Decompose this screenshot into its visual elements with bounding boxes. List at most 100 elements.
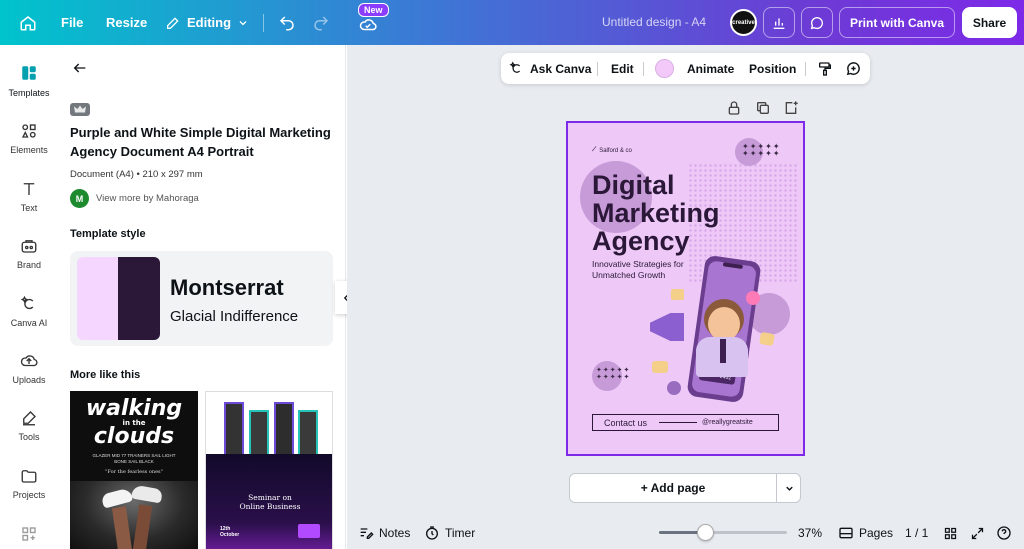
notes-icon xyxy=(360,528,374,539)
font-secondary: Glacial Indifference xyxy=(170,308,299,325)
divider xyxy=(263,14,264,32)
rail-item-elements[interactable]: Elements xyxy=(0,122,58,155)
account-avatar[interactable]: creative xyxy=(730,9,757,36)
background-color-button[interactable] xyxy=(655,53,674,84)
bar-chart-icon xyxy=(773,17,785,29)
add-page-icon[interactable] xyxy=(783,100,799,116)
animate-label: Animate xyxy=(687,61,735,76)
template-thumbnail-seminar[interactable]: Seminar on Online Business 12th October xyxy=(205,391,333,549)
add-page-options-button[interactable] xyxy=(777,474,801,502)
copy-style-button[interactable] xyxy=(817,53,833,84)
brand-logo-icon: ⟋ xyxy=(592,147,597,153)
pages-button[interactable]: Pages xyxy=(838,517,893,549)
canva-ai-icon xyxy=(20,295,34,310)
fullscreen-button[interactable] xyxy=(970,517,985,549)
decorative-card xyxy=(671,289,684,300)
contact-label: Contact us xyxy=(604,417,648,428)
lock-icon[interactable] xyxy=(726,100,742,116)
design-headline: Digital Marketing Agency xyxy=(592,170,720,256)
file-label: File xyxy=(61,15,84,30)
edit-label: Edit xyxy=(611,61,634,76)
help-icon xyxy=(997,526,1011,540)
rail-item-brand[interactable]: Brand xyxy=(0,237,58,270)
author-link[interactable]: M View more by Mahoraga xyxy=(70,189,199,208)
website-label: @reallygreatsite xyxy=(702,419,753,426)
contact-bar: Contact us @reallygreatsite xyxy=(592,414,779,431)
chevron-down-icon xyxy=(785,486,793,491)
rail-label: Templates xyxy=(8,88,50,98)
thumb-title: walking in the clouds xyxy=(85,396,183,449)
document-title[interactable]: Untitled design - A4 xyxy=(602,15,706,29)
undo-icon[interactable] xyxy=(276,12,298,34)
seminar-heading: Seminar on Online Business xyxy=(239,493,301,511)
design-page[interactable]: ✦✦✦✦✦ ✦✦✦✦✦ ⟋ Salford & co Digital Marketi… xyxy=(566,121,805,456)
add-page-bar: + Add page xyxy=(569,473,801,503)
add-comment-button[interactable] xyxy=(845,53,862,84)
template-meta: Document (A4) • 210 x 297 mm xyxy=(70,169,203,180)
decorative-dots: ✦✦✦✦✦ ✦✦✦✦✦ xyxy=(596,367,631,381)
rail-label: Projects xyxy=(12,490,46,500)
template-thumbnail-walking-clouds[interactable]: walking in the clouds GLAZER MID 77 TRAI… xyxy=(70,391,198,549)
grid-view-button[interactable] xyxy=(943,517,958,549)
back-arrow-icon[interactable] xyxy=(72,60,88,76)
rail-item-uploads[interactable]: Uploads xyxy=(0,352,58,385)
rail-label: Canva AI xyxy=(10,318,48,328)
canva-ai-icon xyxy=(509,61,521,73)
decorative-card xyxy=(759,331,775,347)
timer-icon xyxy=(426,526,438,540)
cloud-saved-icon[interactable] xyxy=(357,14,379,36)
rail-item-apps[interactable] xyxy=(0,525,58,543)
position-button[interactable]: Position xyxy=(749,53,796,84)
zoom-slider-track[interactable] xyxy=(659,531,787,534)
apps-icon xyxy=(22,527,36,541)
font-primary: Montserrat xyxy=(170,275,284,300)
rail-item-projects[interactable]: Projects xyxy=(0,467,58,500)
rail-item-templates[interactable]: Templates xyxy=(0,63,58,98)
author-link-label: View more by Mahoraga xyxy=(96,193,199,204)
color-swatch-light xyxy=(77,257,118,340)
rail-label: Text xyxy=(20,203,38,213)
timer-button[interactable]: Timer xyxy=(424,517,475,549)
templates-icon xyxy=(19,63,39,83)
redo-icon[interactable] xyxy=(310,12,332,34)
comments-button[interactable] xyxy=(801,7,833,38)
insights-button[interactable] xyxy=(763,7,795,38)
zoom-percentage[interactable]: 37% xyxy=(798,517,822,549)
animate-button[interactable]: Animate xyxy=(687,53,734,84)
decorative-card xyxy=(652,361,668,373)
rail-label: Tools xyxy=(18,432,40,442)
ask-canva-button[interactable]: Ask Canva xyxy=(509,53,591,84)
zoom-slider-handle[interactable] xyxy=(697,524,714,541)
editing-mode-dropdown[interactable]: Editing xyxy=(165,0,249,45)
author-avatar: M xyxy=(70,189,89,208)
sneakers-image xyxy=(70,481,198,549)
share-button[interactable]: Share xyxy=(962,7,1017,38)
paint-roller-icon xyxy=(819,61,831,76)
color-swatch xyxy=(655,59,674,78)
decorative-circle xyxy=(667,381,681,395)
resize-menu[interactable]: Resize xyxy=(106,0,147,45)
top-bar: File Resize Editing New Untitled design … xyxy=(0,0,1024,45)
comment-add-icon xyxy=(846,62,860,76)
template-style-heading: Template style xyxy=(70,228,146,240)
uploads-icon xyxy=(20,355,38,367)
edit-button[interactable]: Edit xyxy=(611,53,634,84)
help-button[interactable] xyxy=(996,517,1012,549)
template-title: Purple and White Simple Digital Marketin… xyxy=(70,125,331,159)
rail-item-tools[interactable]: Tools xyxy=(0,409,58,442)
duplicate-page-icon[interactable] xyxy=(755,100,771,116)
resize-label: Resize xyxy=(106,15,148,30)
print-with-canva-button[interactable]: Print with Canva xyxy=(839,7,955,38)
rail-item-canva-ai[interactable]: Canva AI xyxy=(0,295,58,328)
notes-button[interactable]: Notes xyxy=(358,517,410,549)
rail-item-text[interactable]: Text xyxy=(0,180,58,213)
brand-icon xyxy=(21,240,37,253)
template-style-card[interactable]: Montserrat Glacial Indifference xyxy=(70,251,333,346)
seminar-date: 12th October xyxy=(220,526,240,538)
home-icon[interactable] xyxy=(18,13,38,33)
page-counter: 1 / 1 xyxy=(905,517,928,549)
file-menu[interactable]: File xyxy=(61,0,83,45)
tools-icon xyxy=(23,411,36,426)
template-detail-panel: Purple and White Simple Digital Marketin… xyxy=(58,45,346,549)
add-page-button[interactable]: + Add page xyxy=(570,474,776,502)
